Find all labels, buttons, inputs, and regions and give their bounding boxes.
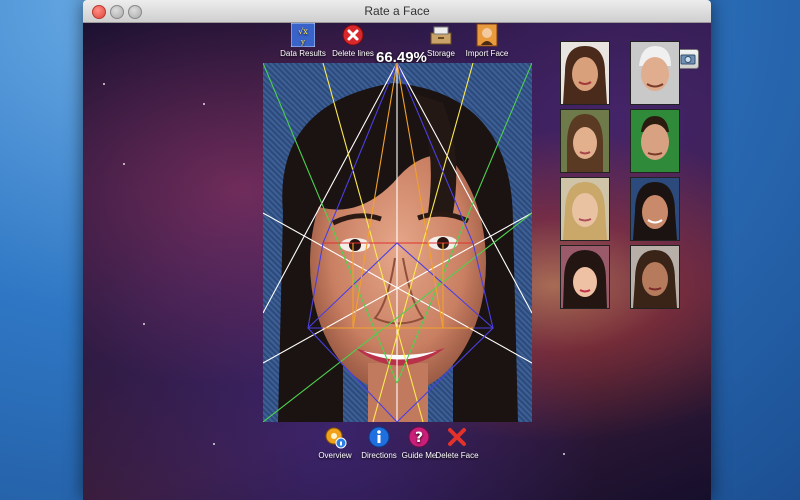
overview-button[interactable]: Overview [315, 425, 355, 460]
guide-me-button[interactable]: ? Guide Me [399, 425, 439, 460]
camera-icon [680, 54, 696, 65]
storage-button[interactable]: Storage [419, 23, 463, 58]
storage-drawer-icon [430, 26, 452, 45]
face-thumbnail[interactable] [560, 177, 610, 241]
window-title: Rate a Face [364, 4, 430, 18]
app-window: Rate a Face √x y Data Results Delete lin… [83, 0, 711, 500]
main-content: √x y Data Results Delete lines 66.49% St… [83, 23, 711, 500]
gear-info-icon [325, 427, 347, 449]
delete-face-label: Delete Face [435, 451, 479, 460]
import-face-label: Import Face [465, 49, 509, 58]
camera-button[interactable] [677, 49, 699, 69]
directions-label: Directions [361, 451, 397, 460]
formula-icon: √x y [291, 23, 315, 47]
guide-me-label: Guide Me [401, 451, 437, 460]
data-results-button[interactable]: √x y Data Results [278, 23, 328, 58]
delete-face-button[interactable]: Delete Face [435, 425, 479, 460]
title-bar: Rate a Face [83, 0, 711, 23]
question-icon: ? [408, 426, 430, 448]
face-thumbnail[interactable] [630, 245, 680, 309]
directions-button[interactable]: Directions [359, 425, 399, 460]
svg-text:y: y [300, 38, 305, 46]
face-thumbnail[interactable] [630, 109, 680, 173]
svg-text:?: ? [415, 430, 423, 446]
face-analysis-svg [263, 63, 532, 422]
face-portrait-icon [476, 23, 498, 47]
svg-text:√x: √x [298, 27, 308, 36]
face-thumbnail[interactable] [560, 109, 610, 173]
storage-label: Storage [426, 49, 456, 58]
import-face-button[interactable]: Import Face [463, 23, 511, 58]
face-thumbnail[interactable] [630, 41, 680, 105]
delete-x-icon [342, 24, 364, 46]
face-thumbnail[interactable] [560, 245, 610, 309]
overview-label: Overview [318, 451, 352, 460]
face-thumbnail[interactable] [630, 177, 680, 241]
delete-x-icon [448, 428, 466, 446]
data-results-label: Data Results [280, 49, 326, 58]
face-thumbnail[interactable] [560, 41, 610, 105]
face-photo-canvas[interactable] [263, 63, 532, 422]
delete-lines-button[interactable]: Delete lines [328, 23, 378, 58]
info-icon [368, 426, 390, 448]
delete-lines-label: Delete lines [332, 49, 374, 58]
